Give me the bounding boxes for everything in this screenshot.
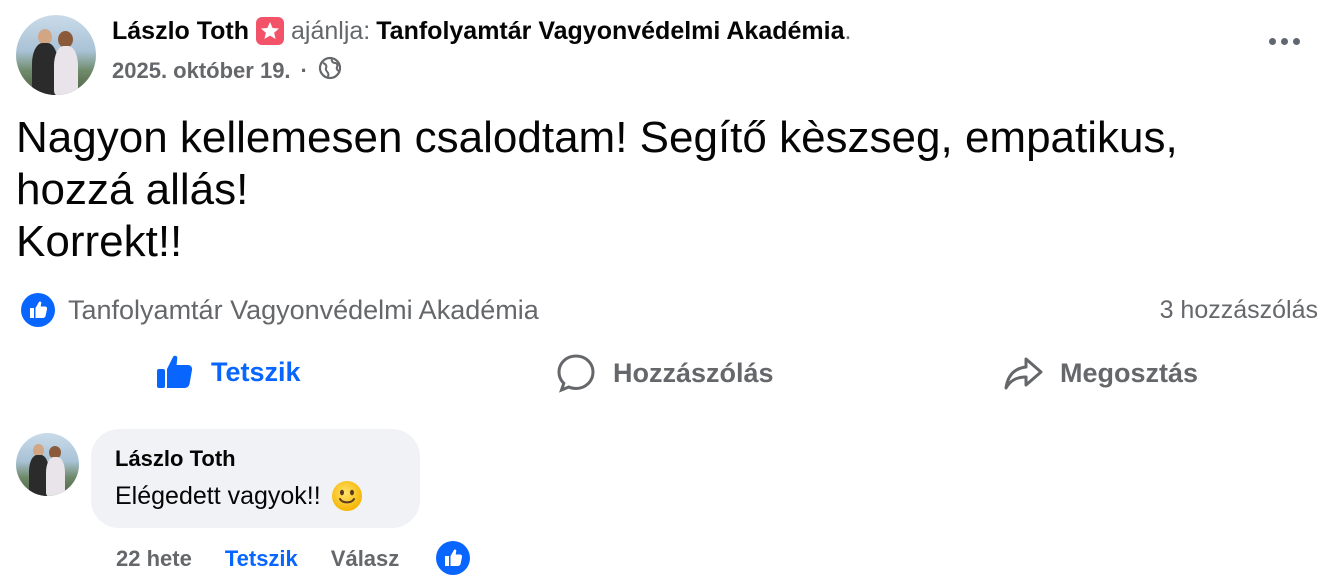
comment-text-row: Elégedett vagyok!! — [115, 480, 396, 512]
comment-time[interactable]: 22 hete — [116, 546, 192, 572]
comment-reply-button[interactable]: Válasz — [331, 546, 400, 572]
post-text-line: Korrekt!! — [16, 217, 183, 266]
recommends-text: ajánlja: — [291, 16, 371, 45]
comments-count[interactable]: 3 hozzászólás — [1160, 296, 1318, 325]
post-header: Lászlo Toth ajánlja: Tanfolyamtár Vagyon… — [112, 16, 851, 46]
share-arrow-icon — [1004, 357, 1043, 390]
smiling-face-emoji — [331, 481, 362, 511]
comment-button-label: Hozzászólás — [613, 357, 774, 388]
commenter-avatar[interactable] — [16, 433, 79, 496]
share-button-label: Megosztás — [1060, 357, 1199, 388]
post-text-line: Nagyon kellemesen csalodtam! Segítő kèsz… — [16, 113, 1178, 162]
comment-actions: 22 hete Tetszik Válasz — [116, 541, 471, 576]
comment-like-reaction-icon — [436, 541, 471, 575]
page-name-link[interactable]: Tanfolyamtár Vagyonvédelmi Akadémia — [376, 17, 844, 46]
comment-text: Elégedett vagyok!! — [115, 481, 321, 510]
speech-bubble-icon — [557, 354, 595, 393]
post-text-line: hozzá allás! — [16, 165, 249, 214]
reactions-label: Tanfolyamtár Vagyonvédelmi Akadémia — [68, 294, 539, 325]
author-name[interactable]: Lászlo Toth — [112, 17, 249, 46]
comment-author[interactable]: Lászlo Toth — [115, 446, 396, 472]
reactions-summary[interactable]: Tanfolyamtár Vagyonvédelmi Akadémia — [20, 292, 539, 328]
share-button[interactable]: Megosztás — [1002, 352, 1198, 394]
comment-like-button[interactable]: Tetszik — [225, 546, 298, 572]
comment-bubble: Lászlo Toth Elégedett vagyok!! — [91, 429, 420, 528]
globe-icon — [318, 56, 342, 86]
like-reaction-icon — [21, 293, 55, 327]
post-meta: 2025. október 19. · — [112, 56, 342, 86]
comment-button[interactable]: Hozzászólás — [555, 352, 774, 394]
like-button-label: Tetszik — [211, 356, 301, 387]
like-button[interactable]: Tetszik — [155, 352, 301, 392]
star-badge-icon — [255, 16, 285, 46]
thumbs-up-icon — [157, 355, 193, 388]
more-options-icon[interactable] — [1269, 38, 1300, 45]
author-avatar[interactable] — [16, 15, 96, 95]
meta-separator: · — [300, 58, 308, 83]
page-name-suffix: . — [844, 16, 852, 45]
post-date[interactable]: 2025. október 19. — [112, 58, 291, 84]
post-text: Nagyon kellemesen csalodtam! Segítő kèsz… — [16, 112, 1306, 268]
